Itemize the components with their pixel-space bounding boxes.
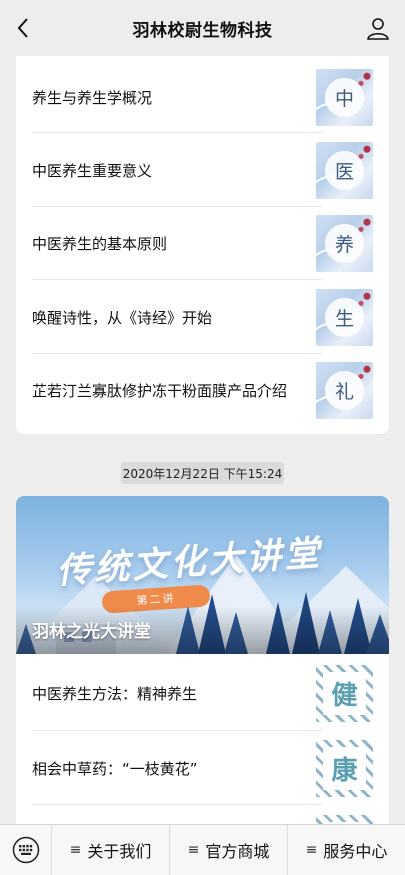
article-title: 唤醒诗性，从《诗经》开始 (32, 308, 213, 327)
keyboard-icon (12, 836, 39, 864)
menu-icon: ≡ (69, 842, 82, 858)
thumbnail-character: 生 (325, 297, 364, 337)
feature-banner[interactable]: 传统文化大讲堂 第二讲 羽林之光大讲堂 (16, 496, 389, 654)
menu-about-us[interactable]: ≡ 关于我们 (52, 824, 170, 875)
profile-button[interactable] (365, 14, 391, 42)
article-title: 养生与养生学概况 (32, 88, 153, 107)
article-thumbnail: 生 (316, 288, 373, 346)
article-item[interactable]: 中医养生方法：精神养生 健 (32, 656, 373, 730)
banner-caption: 羽林之光大讲堂 (32, 622, 151, 642)
top-navigation-bar: 羽林校尉生物科技 (0, 0, 405, 56)
keyboard-toggle-button[interactable] (0, 824, 52, 875)
message-scroll-area[interactable]: 养生与养生学概况 中 中医养生重要意义 医 中医养生的基本原则 养 唤醒诗性，从… (0, 56, 405, 824)
thumbnail-character: 礼 (325, 370, 364, 410)
user-icon (367, 18, 389, 40)
menu-label: 官方商城 (205, 842, 270, 861)
article-item[interactable]: 相会中草药：“一枝黄花” 康 (32, 731, 373, 805)
article-thumbnail: 健 (316, 664, 373, 722)
thumbnail-character: 健 (323, 671, 366, 715)
feature-card: 传统文化大讲堂 第二讲 羽林之光大讲堂 中医养生方法：精神养生 健 相会中草药：… (16, 496, 389, 824)
article-item[interactable]: 养生与养生学概况 中 (32, 60, 373, 134)
menu-icon: ≡ (305, 842, 318, 858)
page-title: 羽林校尉生物科技 (132, 20, 273, 41)
article-card: 养生与养生学概况 中 中医养生重要意义 医 中医养生的基本原则 养 唤醒诗性，从… (16, 56, 389, 434)
article-thumbnail: 礼 (316, 361, 373, 419)
article-title: 中医养生方法：精神养生 (32, 684, 198, 703)
article-thumbnail: 医 (316, 141, 373, 199)
article-thumbnail: 康 (316, 739, 373, 797)
message-timestamp: 2020年12月22日 下午15:24 (121, 462, 284, 484)
article-thumbnail (316, 814, 373, 824)
menu-label: 关于我们 (87, 842, 152, 861)
article-title: 芷若汀兰寡肽修护冻干粉面膜产品介绍 (32, 381, 288, 400)
menu-label: 服务中心 (323, 842, 388, 861)
article-thumbnail: 养 (316, 214, 373, 272)
menu-official-store[interactable]: ≡ 官方商城 (170, 824, 288, 875)
article-item[interactable] (32, 806, 373, 824)
back-button[interactable] (8, 12, 38, 44)
article-item[interactable]: 唤醒诗性，从《诗经》开始 生 (32, 280, 373, 354)
bottom-menu-bar: ≡ 关于我们 ≡ 官方商城 ≡ 服务中心 (0, 824, 405, 875)
thumbnail-character: 养 (325, 223, 364, 263)
menu-service-center[interactable]: ≡ 服务中心 (288, 825, 405, 875)
article-item[interactable]: 芷若汀兰寡肽修护冻干粉面膜产品介绍 礼 (32, 353, 373, 427)
chevron-left-icon (17, 18, 28, 38)
thumbnail-character: 医 (325, 150, 364, 190)
divider (32, 804, 322, 805)
article-title: 中医养生重要意义 (32, 161, 153, 180)
article-title: 相会中草药：“一枝黄花” (32, 759, 198, 778)
thumbnail-character: 康 (323, 746, 366, 790)
article-title: 中医养生的基本原则 (32, 234, 168, 253)
menu-icon: ≡ (187, 842, 200, 858)
article-thumbnail: 中 (316, 68, 373, 126)
thumbnail-character: 中 (325, 77, 364, 117)
article-item[interactable]: 中医养生重要意义 医 (32, 133, 373, 207)
article-item[interactable]: 中医养生的基本原则 养 (32, 206, 373, 280)
